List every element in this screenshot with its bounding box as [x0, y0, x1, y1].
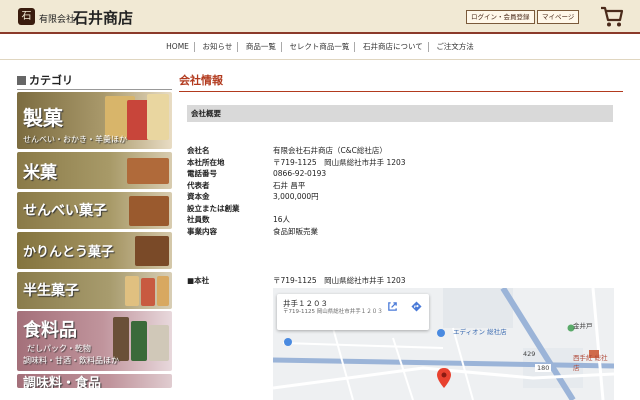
nav-about[interactable]: 石井商店について: [358, 42, 429, 52]
info-row: 本社所在地 〒719-1125 岡山県総社市井手 1203: [187, 157, 613, 169]
page-title: 会社情報: [179, 72, 623, 92]
open-in-maps-icon[interactable]: [387, 301, 398, 312]
directions-icon[interactable]: [411, 301, 422, 312]
map-label-route: 180: [535, 364, 552, 372]
map-place-card: 井手１２０３ 〒719-1125 岡山県総社市井手１２０３: [277, 294, 429, 330]
map-label-429: 429: [523, 350, 536, 358]
product-image: [129, 196, 169, 226]
map-label-kanaido: 金井戸: [573, 322, 593, 330]
category-sublabel: 調味料・甘酒・飲料品ほか: [23, 356, 119, 365]
info-value: 0866-92-0193: [273, 169, 327, 178]
category-heading: カテゴリ: [17, 74, 172, 90]
category-label: 米菓: [23, 163, 57, 183]
info-key: 設立または創業: [187, 203, 240, 213]
category-label: 調味料・食品: [23, 376, 102, 388]
info-key: 会社名: [187, 146, 210, 155]
logo-mark[interactable]: 石: [18, 8, 35, 25]
category-heading-text: カテゴリ: [29, 74, 73, 87]
info-row: 会社名 有限会社石井商店（C&C総社店）: [187, 145, 613, 157]
site-header: 石 有限会社 石井商店 ログイン・会員登録 マイページ: [0, 0, 640, 34]
info-key: 電話番号: [187, 169, 217, 178]
info-row: 設立または創業: [187, 203, 613, 215]
logo-company-type[interactable]: 有限会社: [39, 12, 75, 25]
info-key: 事業内容: [187, 226, 217, 236]
category-sidebar: カテゴリ 製菓 せんべい・おかき・羊羹ほか 米菓 せんべい菓子 かりんとう菓子 …: [17, 74, 172, 388]
category-beika[interactable]: 米菓: [17, 152, 172, 189]
login-button[interactable]: ログイン・会員登録: [466, 10, 535, 24]
product-image: [125, 276, 139, 306]
hq-label: ■本社: [187, 276, 210, 285]
mypage-button[interactable]: マイページ: [537, 10, 580, 24]
info-value: 食品卸販売業: [273, 226, 318, 236]
category-label: かりんとう菓子: [23, 245, 115, 260]
nav-how-to-order[interactable]: ご注文方法: [431, 42, 479, 52]
info-key: 本社所在地: [187, 157, 225, 167]
category-karinto-gashi[interactable]: かりんとう菓子: [17, 232, 172, 269]
company-info-table: 会社名 有限会社石井商店（C&C総社店） 本社所在地 〒719-1125 岡山県総社…: [187, 145, 613, 237]
info-value: 有限会社石井商店（C&C総社店）: [273, 146, 387, 155]
category-sublabel: せんべい・おかき・羊羹ほか: [23, 135, 127, 144]
category-shokuryohin[interactable]: 食料品 だしパック・乾物 調味料・甘酒・飲料品ほか: [17, 311, 172, 371]
nav-home[interactable]: HOME: [161, 42, 195, 52]
square-bullet-icon: [17, 76, 26, 85]
global-nav: HOME お知らせ 商品一覧 セレクト商品一覧 石井商店について ご注文方法: [0, 36, 640, 60]
info-row: 社員数 16人: [187, 214, 613, 226]
info-key: 社員数: [187, 215, 210, 224]
info-value: 〒719-1125 岡山県総社市井手 1203: [273, 157, 406, 167]
product-image: [127, 158, 169, 184]
section-heading: 会社概要: [187, 105, 613, 122]
info-value: 3,000,000円: [273, 192, 319, 201]
category-label: 製菓: [23, 106, 63, 130]
main-content: 会社情報 会社概要 会社名 有限会社石井商店（C&C総社店） 本社所在地 〒719-…: [179, 72, 623, 400]
info-row: 事業内容 食品卸販売業: [187, 226, 613, 238]
map-pin-icon[interactable]: [437, 368, 451, 388]
map-label-nishi: 西手紅 総社店: [573, 354, 608, 372]
info-row: 資本金 3,000,000円: [187, 191, 613, 203]
category-senbei-gashi[interactable]: せんべい菓子: [17, 192, 172, 229]
category-sublabel: だしパック・乾物: [27, 344, 91, 353]
category-label: 半生菓子: [23, 283, 79, 299]
info-row: 代表者 石井 昌平: [187, 180, 613, 192]
nav-news[interactable]: お知らせ: [197, 42, 239, 52]
info-key: 代表者: [187, 180, 210, 190]
product-image: [135, 236, 169, 266]
category-label: 食料品: [23, 320, 77, 341]
info-value: 石井 昌平: [273, 180, 306, 190]
nav-products[interactable]: 商品一覧: [241, 42, 282, 52]
map-place-address: 〒719-1125 岡山県総社市井手１２０３: [283, 309, 383, 315]
product-image: [157, 276, 169, 306]
product-image: [141, 278, 155, 306]
info-row: 電話番号 0866-92-0193: [187, 168, 613, 180]
category-seika[interactable]: 製菓 せんべい・おかき・羊羹ほか: [17, 92, 172, 149]
google-map[interactable]: エディオン 総社店 金井戸 180 429 西手紅 総社店 井手１２０３ 〒71…: [273, 288, 614, 400]
logo-company-name[interactable]: 石井商店: [73, 7, 133, 28]
category-chomiryo[interactable]: 調味料・食品: [17, 374, 172, 388]
info-key: 資本金: [187, 192, 210, 201]
category-hannama-gashi[interactable]: 半生菓子: [17, 272, 172, 309]
map-label-eidion: エディオン 総社店: [453, 328, 507, 336]
product-image: [131, 321, 147, 361]
category-label: せんべい菓子: [23, 203, 107, 219]
hq-address: 〒719-1125 岡山県総社市井手 1203: [273, 276, 406, 285]
product-image: [147, 94, 169, 140]
product-image: [149, 325, 169, 361]
cart-icon[interactable]: [600, 6, 624, 28]
info-value: 16人: [273, 215, 291, 224]
nav-select-products[interactable]: セレクト商品一覧: [284, 42, 356, 52]
map-place-name: 井手１２０３: [283, 299, 328, 308]
